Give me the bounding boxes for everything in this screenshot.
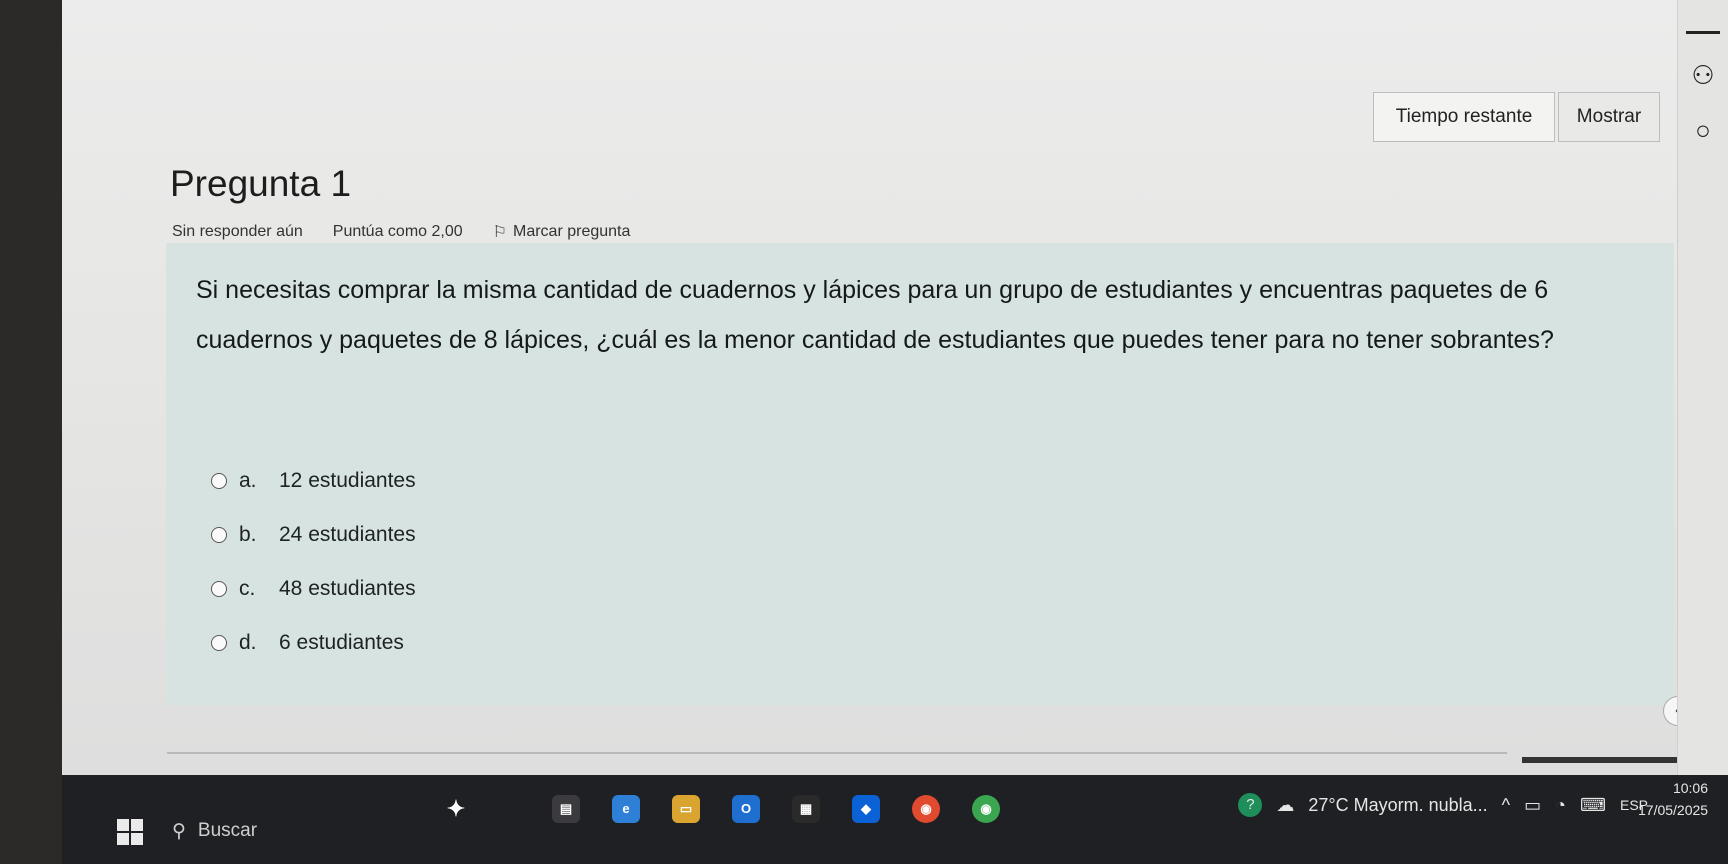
option-c[interactable]: c. 48 estudiantes [211, 577, 416, 601]
question-text: Si necesitas comprar la misma cantidad d… [196, 276, 1554, 354]
option-a[interactable]: a. 12 estudiantes [211, 469, 416, 493]
flag-icon: ⚐ [492, 224, 507, 241]
radio-button[interactable] [211, 527, 227, 543]
option-letter: b. [239, 523, 257, 546]
flag-question-link[interactable]: ⚐ Marcar pregunta [493, 222, 631, 242]
chat-icon[interactable]: ○ [1688, 115, 1718, 145]
flag-question-label: Marcar pregunta [512, 223, 631, 240]
show-timer-button[interactable]: Mostrar [1558, 92, 1660, 142]
weather-icon: ☁ [1276, 794, 1295, 815]
clock-date: 17/05/2025 [1638, 802, 1709, 818]
option-d[interactable]: d. 6 estudiantes [211, 631, 404, 655]
help-icon[interactable]: ? [1238, 793, 1263, 817]
option-b[interactable]: b. 24 estudiantes [211, 523, 416, 547]
search-icon: ⚲ [172, 820, 186, 842]
battery-icon[interactable]: ▭ [1524, 795, 1541, 816]
divider [1686, 31, 1720, 34]
taskbar: ⚲ Buscar ✦ ▤ e ▭ O ▦ ◆ ◉ ◉ ? ☁ 27°C Mayo… [62, 775, 1728, 864]
right-sidebar: ⚇ ○ [1677, 0, 1728, 775]
task-view-icon[interactable]: ▤ [552, 795, 580, 823]
search-placeholder: Buscar [197, 820, 258, 841]
clock[interactable]: 10:06 17/05/2025 [1638, 777, 1708, 821]
question-score: Puntúa como 2,00 [332, 223, 463, 240]
keyboard-icon[interactable]: ⌨ [1580, 795, 1606, 816]
taskbar-search[interactable]: ⚲ Buscar [172, 811, 472, 851]
edge-icon[interactable]: e [612, 795, 640, 823]
chrome-icon[interactable]: ◉ [912, 795, 940, 823]
system-tray: ? ☁ 27°C Mayorm. nubla... ^ ▭ ◔ ⌨ ESP [1238, 785, 1648, 825]
dropbox-icon[interactable]: ◆ [852, 795, 880, 823]
option-label: 12 estudiantes [279, 469, 416, 492]
chevron-up-icon[interactable]: ^ [1502, 795, 1510, 816]
browser-screen: Tiempo restante Mostrar Pregunta 1 Sin r… [62, 0, 1728, 775]
wifi-icon[interactable]: ◔ [1555, 795, 1566, 816]
question-title: Pregunta 1 [170, 163, 352, 204]
copilot-icon[interactable]: ✦ [442, 795, 470, 823]
option-label: 48 estudiantes [279, 577, 416, 600]
clock-time: 10:06 [1672, 780, 1708, 796]
divider [1522, 757, 1682, 763]
time-remaining-label: Tiempo restante [1373, 92, 1555, 142]
divider [167, 752, 1507, 754]
weather-text[interactable]: 27°C Mayorm. nubla... [1308, 795, 1487, 816]
store-icon[interactable]: ▦ [792, 795, 820, 823]
question-card: Si necesitas comprar la misma cantidad d… [166, 243, 1674, 705]
outlook-icon[interactable]: O [732, 795, 760, 823]
windows-start-icon[interactable] [117, 819, 143, 845]
file-explorer-icon[interactable]: ▭ [672, 795, 700, 823]
radio-button[interactable] [211, 581, 227, 597]
option-label: 24 estudiantes [279, 523, 416, 546]
question-status: Sin responder aún [172, 223, 303, 240]
chrome-profile-icon[interactable]: ◉ [972, 795, 1000, 823]
users-icon[interactable]: ⚇ [1688, 60, 1718, 90]
radio-button[interactable] [211, 635, 227, 651]
radio-button[interactable] [211, 473, 227, 489]
option-label: 6 estudiantes [279, 631, 404, 654]
option-letter: d. [239, 631, 257, 654]
option-letter: a. [239, 469, 257, 492]
question-meta: Sin responder aún Puntúa como 2,00 ⚐ Mar… [172, 222, 630, 242]
option-letter: c. [239, 577, 256, 600]
